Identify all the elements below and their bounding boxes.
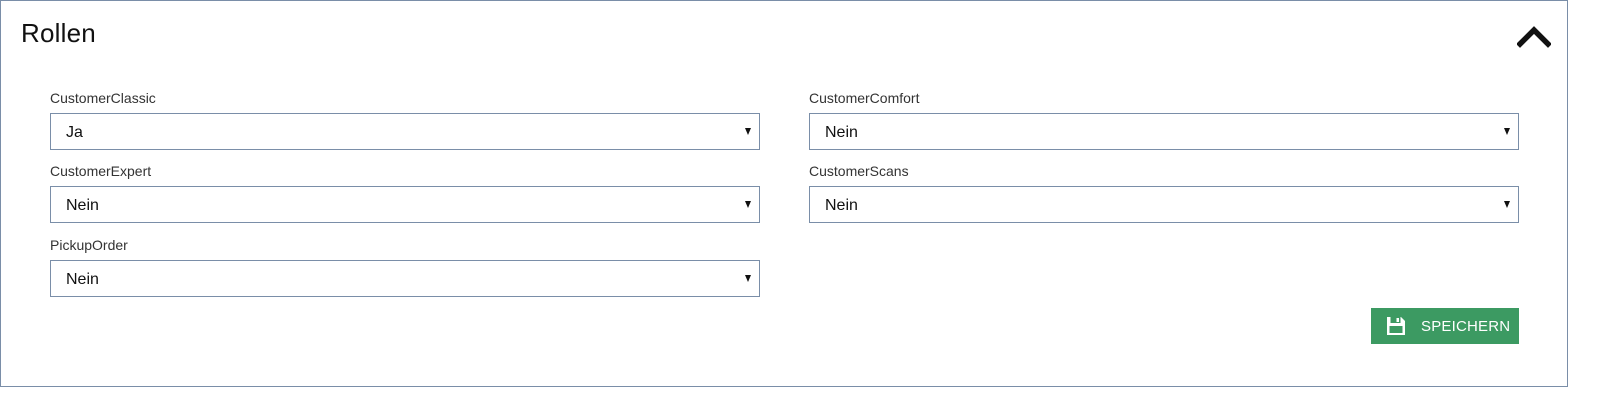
collapse-button[interactable] (1517, 19, 1551, 49)
dropdown-caret-icon (1504, 201, 1510, 208)
field-customer-comfort: CustomerComfort Nein (809, 89, 1519, 150)
save-button-label: SPEICHERN (1421, 317, 1511, 335)
field-label: CustomerComfort (809, 90, 920, 106)
select-value: Nein (825, 197, 858, 214)
field-pickup-order: PickupOrder Nein (50, 236, 760, 297)
pickup-order-select[interactable]: Nein (50, 260, 760, 297)
roles-panel: Rollen CustomerClassic Ja CustomerComfor… (0, 0, 1568, 387)
field-customer-expert: CustomerExpert Nein (50, 162, 760, 223)
dropdown-caret-icon (1504, 128, 1510, 135)
field-label: PickupOrder (50, 237, 128, 253)
dropdown-caret-icon (745, 201, 751, 208)
field-label: CustomerExpert (50, 163, 152, 179)
panel-title: Rollen (21, 18, 96, 48)
select-value: Nein (825, 124, 858, 141)
field-label: CustomerClassic (50, 90, 156, 106)
dropdown-caret-icon (745, 275, 751, 282)
dropdown-caret-icon (745, 128, 751, 135)
select-value: Nein (66, 197, 99, 214)
select-value: Ja (66, 124, 83, 141)
customer-expert-select[interactable]: Nein (50, 186, 760, 223)
customer-scans-select[interactable]: Nein (809, 186, 1519, 223)
field-customer-scans: CustomerScans Nein (809, 162, 1519, 223)
floppy-disk-icon (1387, 317, 1405, 335)
select-value: Nein (66, 271, 99, 288)
customer-classic-select[interactable]: Ja (50, 113, 760, 150)
customer-comfort-select[interactable]: Nein (809, 113, 1519, 150)
chevron-up-icon (1517, 26, 1551, 48)
field-customer-classic: CustomerClassic Ja (50, 89, 760, 150)
field-label: CustomerScans (809, 163, 909, 179)
save-button[interactable]: SPEICHERN (1371, 308, 1519, 344)
